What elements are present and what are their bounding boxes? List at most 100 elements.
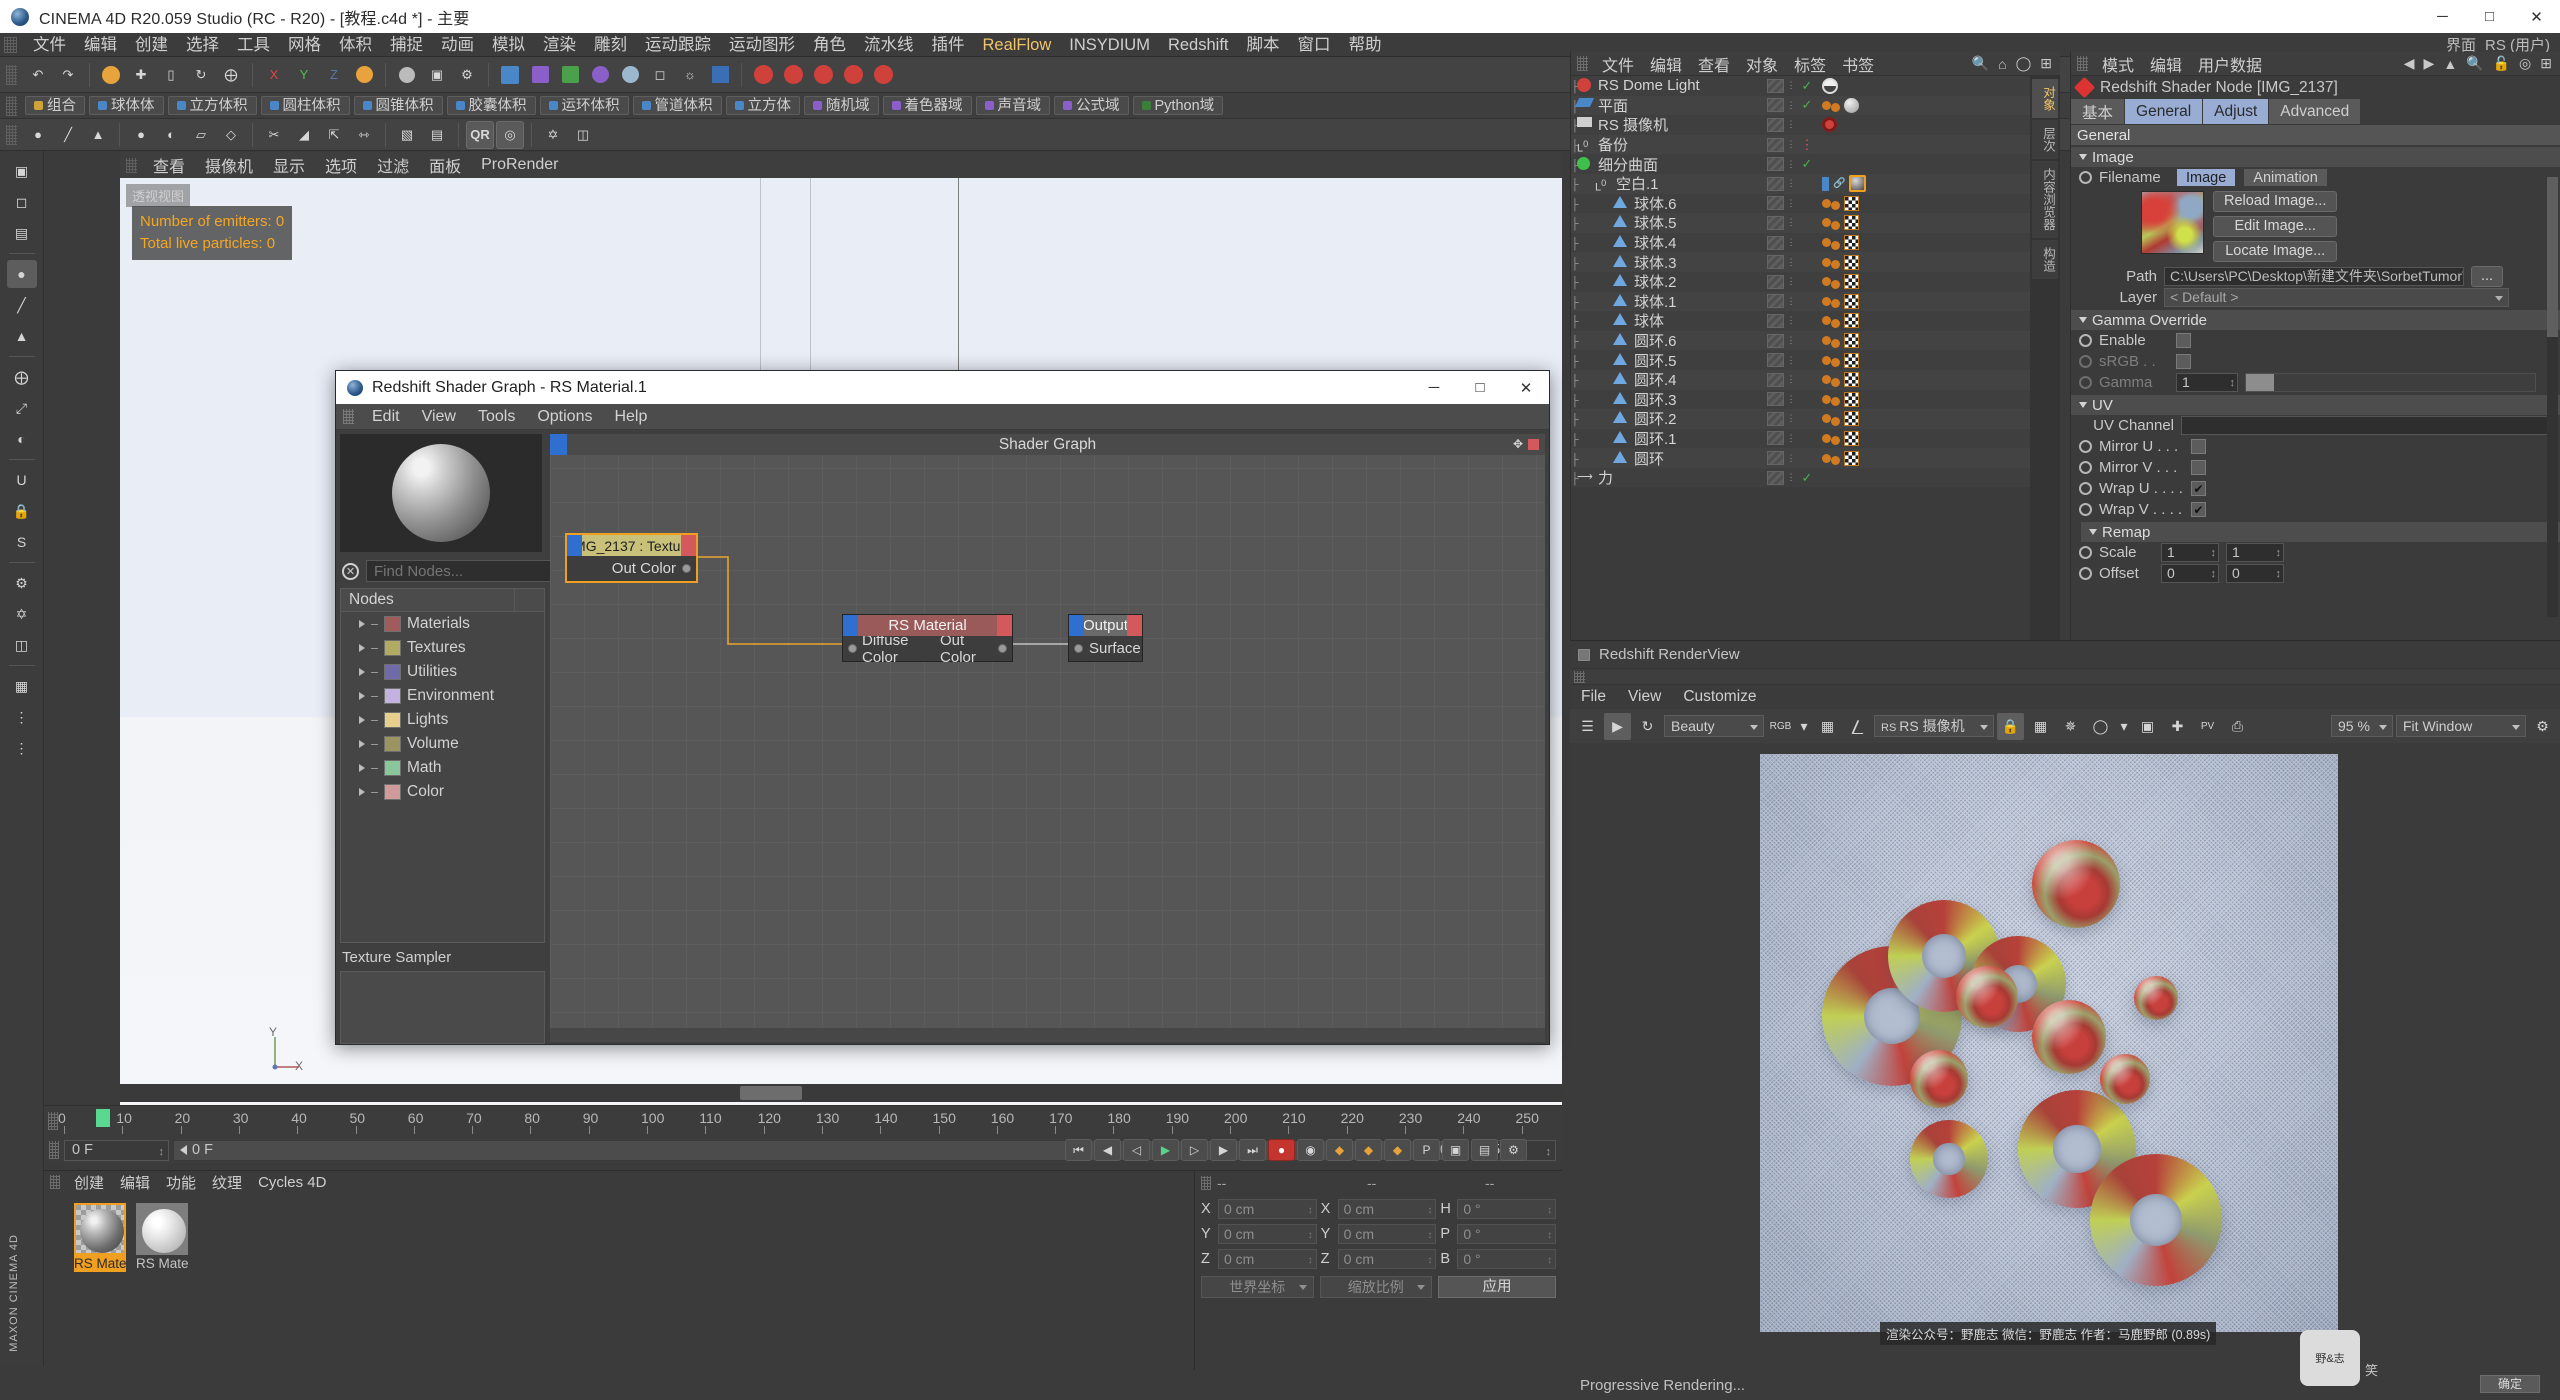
viewport-menu-5[interactable]: 面板: [419, 153, 471, 177]
scale-mode-select[interactable]: 缩放比例: [1319, 1276, 1432, 1298]
material-tag-icon[interactable]: [1822, 277, 1831, 287]
rv-menu-customize[interactable]: Customize: [1672, 688, 1767, 706]
point-mode-icon[interactable]: ●: [24, 121, 52, 149]
tool-workplane-icon[interactable]: ◫: [7, 631, 37, 659]
workplane-icon[interactable]: ◫: [569, 121, 597, 149]
sculpt-grab-icon[interactable]: ◇: [217, 121, 245, 149]
coordinates-grip-icon[interactable]: [1201, 1176, 1211, 1190]
port-material-out-color-dot[interactable]: [998, 644, 1007, 653]
offset-radio-icon[interactable]: [2079, 567, 2092, 580]
rv-menu-view[interactable]: View: [1617, 688, 1672, 706]
om-menu-file[interactable]: 文件: [1594, 52, 1642, 76]
menu-item-1[interactable]: 编辑: [75, 33, 126, 57]
chevron-down-icon[interactable]: [2079, 402, 2087, 408]
checker-texture-tag-icon[interactable]: [1844, 274, 1859, 290]
visibility-dots-icon[interactable]: ⋮: [1784, 120, 1798, 129]
visibility-dots-icon[interactable]: ⋮: [1784, 198, 1798, 207]
gamma-srgb-radio-icon[interactable]: [2079, 355, 2092, 368]
visibility-toggle-icon[interactable]: [1767, 392, 1784, 407]
gamma-enable-radio-icon[interactable]: [2079, 334, 2092, 347]
sculpt-pull-icon[interactable]: ●: [127, 121, 155, 149]
shader-graph-menu-help[interactable]: Help: [603, 408, 658, 426]
visibility-toggle-icon[interactable]: [1767, 98, 1784, 113]
material-tag-icon-2[interactable]: [1831, 220, 1840, 230]
group-remap[interactable]: Remap: [2081, 522, 2560, 542]
enabled-check-icon[interactable]: ✓: [1798, 78, 1816, 94]
goto-start-button[interactable]: ⏮: [1065, 1139, 1092, 1161]
clear-search-icon[interactable]: ✕: [342, 562, 359, 580]
rot-h-field[interactable]: 0 °: [1457, 1198, 1557, 1220]
start-render-icon[interactable]: ▶: [1604, 712, 1631, 740]
chip-11[interactable]: 声音域: [975, 96, 1050, 115]
current-frame-marker[interactable]: [96, 1109, 110, 1127]
image-compare-icon[interactable]: ▣: [2134, 713, 2161, 740]
chip-6[interactable]: 运环体积: [539, 96, 629, 115]
am-menu-edit[interactable]: 编辑: [2142, 52, 2190, 76]
visibility-dots-icon[interactable]: ⋮: [1784, 179, 1798, 188]
om-menu-tags[interactable]: 标签: [1786, 52, 1834, 76]
node-category-textures[interactable]: Textures: [341, 636, 544, 660]
object-row[interactable]: ├ 圆环.3 ⋮: [1571, 389, 2031, 410]
autokey-button[interactable]: ◉: [1297, 1139, 1324, 1161]
scale-u-spinner[interactable]: 1: [2161, 543, 2219, 562]
link-tag-icon[interactable]: 🔗: [1833, 178, 1845, 189]
material-tag-icon-2[interactable]: [1831, 318, 1840, 328]
port-surface[interactable]: Surface: [1069, 639, 1142, 658]
expand-arrow-icon[interactable]: [359, 716, 365, 724]
qr-tool-icon[interactable]: QR: [466, 120, 494, 149]
crop-region-icon[interactable]: ⎳: [1844, 713, 1871, 740]
visibility-toggle-icon[interactable]: [1767, 176, 1784, 191]
mograph-icon[interactable]: [706, 61, 734, 89]
lock-z-axis-icon[interactable]: Z: [320, 61, 348, 89]
material-tag-icon[interactable]: [1822, 355, 1831, 365]
checker-texture-tag-icon[interactable]: [1844, 195, 1859, 211]
om-menu-view[interactable]: 查看: [1690, 52, 1738, 76]
deformer-icon[interactable]: [586, 61, 614, 89]
keyframe-position-button[interactable]: ◆: [1326, 1139, 1353, 1161]
step-back-button[interactable]: ◀: [1094, 1139, 1121, 1161]
render-settings-gear-icon[interactable]: ⚙: [2529, 713, 2556, 740]
axis-tool-icon[interactable]: ⨁: [217, 61, 245, 89]
visibility-dots-icon[interactable]: ⋮: [1784, 257, 1798, 266]
visibility-dots-icon[interactable]: ⋮: [1784, 375, 1798, 384]
tab-adjust[interactable]: Adjust: [2203, 99, 2270, 124]
material-tag-icon[interactable]: [1822, 336, 1831, 346]
material-tag-icon-2[interactable]: [1831, 397, 1840, 407]
selected-material-tag-icon[interactable]: [1849, 175, 1867, 193]
node-texture[interactable]: IMG_2137 : Texture Out Color: [565, 533, 698, 583]
group-image[interactable]: Image: [2071, 147, 2560, 167]
tab-advanced[interactable]: Advanced: [2269, 99, 2362, 124]
visibility-dots-icon[interactable]: ⋮: [1784, 100, 1798, 109]
visibility-dots-icon[interactable]: ⋮: [1784, 159, 1798, 168]
visibility-toggle-icon[interactable]: [1767, 431, 1784, 446]
menu-item-8[interactable]: 动画: [432, 33, 483, 57]
object-row[interactable]: ├ 圆环.1 ⋮: [1571, 428, 2031, 449]
node-category-materials[interactable]: Materials: [341, 612, 544, 636]
tool-quantize-icon[interactable]: ⚙: [7, 569, 37, 597]
gray-material-tag-icon[interactable]: [1844, 97, 1859, 113]
tool-s-icon[interactable]: S: [7, 528, 37, 556]
disabled-dot-icon[interactable]: ⋮: [1798, 137, 1816, 153]
material-tag-icon[interactable]: [1822, 453, 1831, 463]
timeline-settings-button[interactable]: ⚙: [1500, 1139, 1527, 1161]
material-tag-icon[interactable]: [1822, 218, 1831, 228]
visibility-dots-icon[interactable]: ⋮: [1784, 277, 1798, 286]
polygon-mode-icon[interactable]: ▲: [84, 121, 112, 149]
toolbar2-grip-icon[interactable]: [6, 95, 17, 116]
visibility-toggle-icon[interactable]: [1767, 215, 1784, 230]
material-tag-icon[interactable]: [1822, 433, 1831, 443]
render-settings-icon[interactable]: ⚙: [453, 61, 481, 89]
tool-model-mode-icon[interactable]: ◻: [7, 188, 37, 216]
visibility-toggle-icon[interactable]: [1767, 411, 1784, 426]
menubar-grip-icon[interactable]: [4, 36, 17, 53]
texture-thumbnail[interactable]: [2141, 191, 2204, 254]
chevron-down-icon[interactable]: [2079, 154, 2087, 160]
light-icon[interactable]: ☼: [676, 61, 704, 89]
next-key-button[interactable]: ▷: [1181, 1139, 1208, 1161]
visibility-toggle-icon[interactable]: [1767, 470, 1784, 485]
object-row[interactable]: ├ 细分曲面 ⋮ ✓: [1571, 154, 2031, 174]
size-z-field[interactable]: 0 cm: [1337, 1248, 1437, 1270]
graph-fit-icon[interactable]: ✥: [1513, 437, 1523, 451]
ellipse-icon[interactable]: ◯: [2016, 55, 2032, 72]
checker-texture-tag-icon[interactable]: [1844, 372, 1859, 388]
